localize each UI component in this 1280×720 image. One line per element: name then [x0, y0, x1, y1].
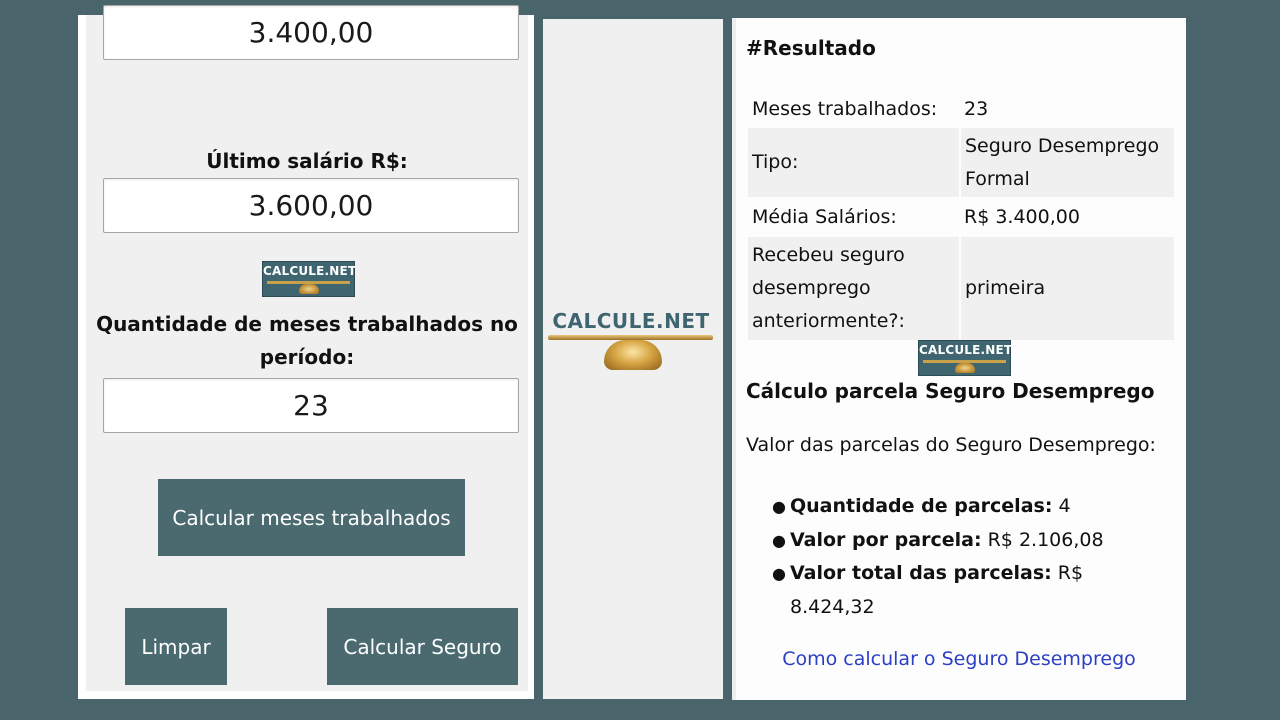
row-value: Seguro Desemprego Formal: [960, 128, 1174, 197]
section-text: Valor das parcelas do Seguro Desemprego:: [746, 434, 1156, 456]
list-item: ● Valor total das parcelas: R$ 8.424,32: [748, 557, 1168, 624]
row-key: Meses trabalhados:: [752, 97, 938, 120]
table-row: Recebeu seguro desemprego anteriormente?…: [748, 237, 1174, 340]
table-row: Meses trabalhados: 23: [748, 90, 1174, 128]
calculate-months-button[interactable]: Calcular meses trabalhados: [158, 479, 465, 556]
months-label-line2: período:: [259, 345, 355, 369]
calcule-net-logo: CALCULE.NET: [262, 261, 357, 297]
calculator-form-panel: 3.400,00 Último salário R$: 3.600,00 CAL…: [78, 5, 534, 699]
calcule-net-logo: CALCULE.NET: [918, 340, 1013, 376]
table-row: Média Salários: R$ 3.400,00: [748, 197, 1174, 237]
logo-text: CALCULE.NET: [263, 264, 357, 278]
bullet-icon: ●: [772, 530, 786, 550]
row-value: 23: [964, 97, 989, 120]
months-label-line1: Quantidade de meses trabalhados no: [96, 312, 518, 336]
installments-list: ● Quantidade de parcelas: 4 ● Valor por …: [748, 490, 1168, 624]
row-key: Tipo:: [748, 128, 961, 197]
bullet-icon: ●: [772, 564, 786, 583]
months-worked-input[interactable]: 23: [103, 378, 519, 433]
row-key: Recebeu seguro desemprego anteriormente?…: [748, 237, 961, 340]
result-title: #Resultado: [746, 36, 876, 60]
how-to-calculate-link[interactable]: Como calcular o Seguro Desemprego: [736, 648, 1182, 670]
form-area: 3.400,00 Último salário R$: 3.600,00 CAL…: [86, 5, 528, 691]
item-value: 4: [1058, 495, 1071, 517]
clear-button[interactable]: Limpar: [125, 608, 227, 685]
calculate-insurance-button[interactable]: Calcular Seguro: [327, 608, 518, 685]
bell-icon: [955, 363, 975, 373]
item-label: Valor por parcela:: [790, 528, 982, 551]
item-value: R$ 2.106,08: [987, 528, 1104, 551]
result-panel: #Resultado Meses trabalhados: 23 Tipo: S…: [732, 18, 1186, 700]
average-salary-input[interactable]: 3.400,00: [103, 5, 519, 60]
bell-icon: [299, 284, 319, 294]
bell-icon: [604, 340, 662, 370]
last-salary-input[interactable]: 3.600,00: [103, 178, 519, 233]
section-title: Cálculo parcela Seguro Desemprego: [746, 379, 1155, 403]
result-table: Meses trabalhados: 23 Tipo: Seguro Desem…: [748, 90, 1174, 340]
list-item: ● Quantidade de parcelas: 4: [748, 490, 1168, 524]
item-label: Valor total das parcelas:: [790, 562, 1052, 584]
last-salary-label: Último salário R$:: [206, 149, 408, 173]
row-value: primeira: [960, 237, 1174, 340]
row-key: Média Salários:: [752, 205, 897, 228]
ad-logo-panel: CALCULE.NET: [543, 19, 723, 699]
list-item: ● Valor por parcela: R$ 2.106,08: [748, 524, 1168, 558]
logo-text: CALCULE.NET: [552, 309, 710, 333]
table-row: Tipo: Seguro Desemprego Formal: [748, 128, 1174, 197]
row-value: R$ 3.400,00: [964, 205, 1080, 228]
item-label: Quantidade de parcelas:: [790, 495, 1053, 517]
bullet-icon: ●: [772, 497, 786, 516]
logo-text: CALCULE.NET: [919, 343, 1013, 357]
